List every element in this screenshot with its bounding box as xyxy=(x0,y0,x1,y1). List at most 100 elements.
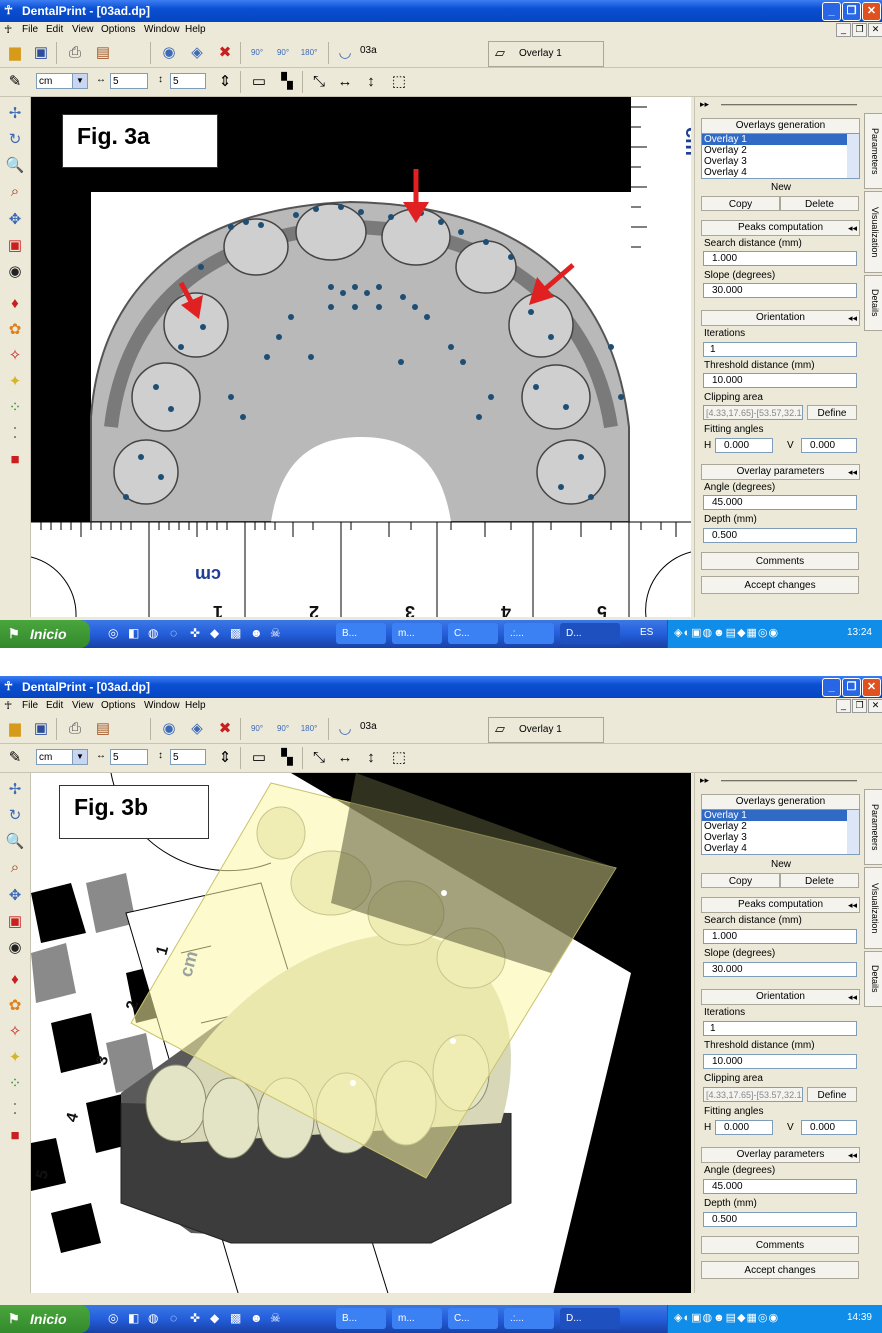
taskbar-item-active[interactable]: D... xyxy=(560,1308,620,1329)
maximize-button[interactable]: ❐ xyxy=(842,678,861,697)
mdi-minimize-button[interactable]: _ xyxy=(836,23,851,37)
rotate-180-icon[interactable]: 180° xyxy=(298,718,320,740)
overlays-scrollbar[interactable] xyxy=(847,810,859,854)
list-item[interactable]: Overlay 4 xyxy=(702,843,859,854)
menu-edit[interactable]: Edit xyxy=(46,24,63,35)
collapse-icon[interactable]: ◂◂ xyxy=(848,898,857,912)
measure-diagonal-icon[interactable]: ⤡ xyxy=(308,747,330,769)
menu-file[interactable]: File xyxy=(22,700,38,711)
slope-input[interactable]: 30.000 xyxy=(703,283,857,298)
pen-tool-icon[interactable]: ✎ xyxy=(4,71,26,93)
model-settings-icon[interactable]: ◈ xyxy=(186,718,208,740)
tab-visualization[interactable]: Visualization xyxy=(864,191,882,273)
width-input[interactable]: 5 xyxy=(110,73,148,89)
export-icon[interactable]: ▤ xyxy=(92,718,114,740)
tray-icons[interactable]: ◈◐▣◍☻▤◆▦◎◉ xyxy=(674,626,779,639)
quick-launch-icon[interactable]: ✜ xyxy=(190,1311,200,1325)
depth-input[interactable]: 0.500 xyxy=(703,1212,857,1227)
width-input[interactable]: 5 xyxy=(110,749,148,765)
list-item[interactable]: Overlay 1 xyxy=(702,810,859,821)
measure-diagonal-icon[interactable]: ⤡ xyxy=(308,71,330,93)
viewport-3d[interactable]: cm cm 1 2 3 4 5 Fig. 3a xyxy=(31,97,691,617)
slope-input[interactable]: 30.000 xyxy=(703,962,857,977)
save-icon[interactable]: ▣ xyxy=(30,42,52,64)
rotate-90-left-icon[interactable]: 90° xyxy=(246,718,268,740)
rotate-90-right-icon[interactable]: 90° xyxy=(272,718,294,740)
taskbar-item[interactable]: .:... xyxy=(504,623,554,644)
close-button[interactable]: ✕ xyxy=(862,678,881,697)
expand-icon[interactable]: ▸▸ xyxy=(700,99,709,110)
mdi-restore-button[interactable]: ❐ xyxy=(852,699,867,713)
quick-launch-icon[interactable]: ◍ xyxy=(148,1311,158,1325)
mdi-restore-button[interactable]: ❐ xyxy=(852,23,867,37)
measure-vertical-icon[interactable]: ↕ xyxy=(360,71,382,93)
list-item[interactable]: Overlay 2 xyxy=(702,145,859,156)
lock-aspect-icon[interactable]: ⇕ xyxy=(214,71,236,93)
iterations-input[interactable]: 1 xyxy=(703,342,857,357)
maximize-button[interactable]: ❐ xyxy=(842,2,861,21)
page-icon[interactable]: ▭ xyxy=(248,71,270,93)
taskbar-item[interactable]: m... xyxy=(392,1308,442,1329)
menu-view[interactable]: View xyxy=(72,700,94,711)
collapse-icon[interactable]: ◂◂ xyxy=(848,221,857,235)
quick-launch-icon[interactable]: ◍ xyxy=(148,626,158,640)
document-icon[interactable]: ☥ xyxy=(4,23,12,36)
quick-launch-icon[interactable]: ◆ xyxy=(210,626,219,640)
quick-launch-icon[interactable]: ☠ xyxy=(270,626,281,640)
quick-launch-icon[interactable]: ◌ xyxy=(170,1311,177,1325)
angle-input[interactable]: 45.000 xyxy=(703,1179,857,1194)
height-input[interactable]: 5 xyxy=(170,73,206,89)
accept-changes-button[interactable]: Accept changes xyxy=(701,1261,859,1279)
depth-input[interactable]: 0.500 xyxy=(703,528,857,543)
zoom-icon[interactable]: 🔍 xyxy=(4,831,26,853)
quick-launch-icon[interactable]: ▩ xyxy=(230,626,241,640)
remove-model-icon[interactable]: ✖ xyxy=(214,718,236,740)
define-button[interactable]: Define xyxy=(807,1087,857,1102)
collapse-icon[interactable]: ◂◂ xyxy=(848,465,857,479)
menu-help[interactable]: Help xyxy=(185,24,206,35)
comments-button[interactable]: Comments xyxy=(701,1236,859,1254)
accept-changes-button[interactable]: Accept changes xyxy=(701,576,859,594)
list-item[interactable]: Overlay 3 xyxy=(702,156,859,167)
menu-options[interactable]: Options xyxy=(101,700,135,711)
print-icon[interactable]: ⎙ xyxy=(64,718,86,740)
comments-button[interactable]: Comments xyxy=(701,552,859,570)
h-angle-input[interactable]: 0.000 xyxy=(715,438,773,453)
zoom-window-icon[interactable]: ⌕ xyxy=(4,181,26,203)
minimize-button[interactable]: _ xyxy=(822,2,841,21)
ie-icon[interactable]: ◎ xyxy=(108,1311,118,1325)
h-angle-input[interactable]: 0.000 xyxy=(715,1120,773,1135)
overlay-selector[interactable]: ▱ Overlay 1 xyxy=(488,41,604,67)
rotate-icon[interactable]: ↻ xyxy=(4,805,26,827)
taskbar-item[interactable]: C... xyxy=(448,623,498,644)
menu-options[interactable]: Options xyxy=(101,24,135,35)
open-folder-icon[interactable]: ▆ xyxy=(4,718,26,740)
print-icon[interactable]: ⎙ xyxy=(64,42,86,64)
points-icon[interactable]: ⁘ xyxy=(4,397,26,419)
fit-view-icon[interactable]: ▣ xyxy=(4,911,26,933)
overlay-selector[interactable]: ▱ Overlay 1 xyxy=(488,717,604,743)
select-icon[interactable]: ✢ xyxy=(4,779,26,801)
pen-tool-icon[interactable]: ✎ xyxy=(4,747,26,769)
load-model-icon[interactable]: ◉ xyxy=(158,42,180,64)
dots-icon[interactable]: ⁚ xyxy=(4,1099,26,1121)
tile-icon[interactable]: ▚ xyxy=(276,747,298,769)
star-icon[interactable]: ✦ xyxy=(4,371,26,393)
page-icon[interactable]: ▭ xyxy=(248,747,270,769)
start-button[interactable]: ⚑ Inicio xyxy=(0,620,90,648)
quick-launch-icon[interactable]: ◌ xyxy=(170,626,177,640)
measure-box-icon[interactable]: ⬚ xyxy=(388,71,410,93)
rotate-180-icon[interactable]: 180° xyxy=(298,42,320,64)
list-item[interactable]: Overlay 1 xyxy=(702,134,859,145)
quick-launch-icon[interactable]: ▩ xyxy=(230,1311,241,1325)
zoom-icon[interactable]: 🔍 xyxy=(4,155,26,177)
tray-icons[interactable]: ◈◐▣◍☻▤◆▦◎◉ xyxy=(674,1311,779,1324)
menu-view[interactable]: View xyxy=(72,24,94,35)
save-icon[interactable]: ▣ xyxy=(30,718,52,740)
shape-icon[interactable]: ✿ xyxy=(4,995,26,1017)
collapse-icon[interactable]: ◂◂ xyxy=(848,311,857,325)
tile-icon[interactable]: ▚ xyxy=(276,71,298,93)
chevron-down-icon[interactable]: ▼ xyxy=(72,74,87,88)
shape-icon[interactable]: ✿ xyxy=(4,319,26,341)
menu-window[interactable]: Window xyxy=(144,700,180,711)
